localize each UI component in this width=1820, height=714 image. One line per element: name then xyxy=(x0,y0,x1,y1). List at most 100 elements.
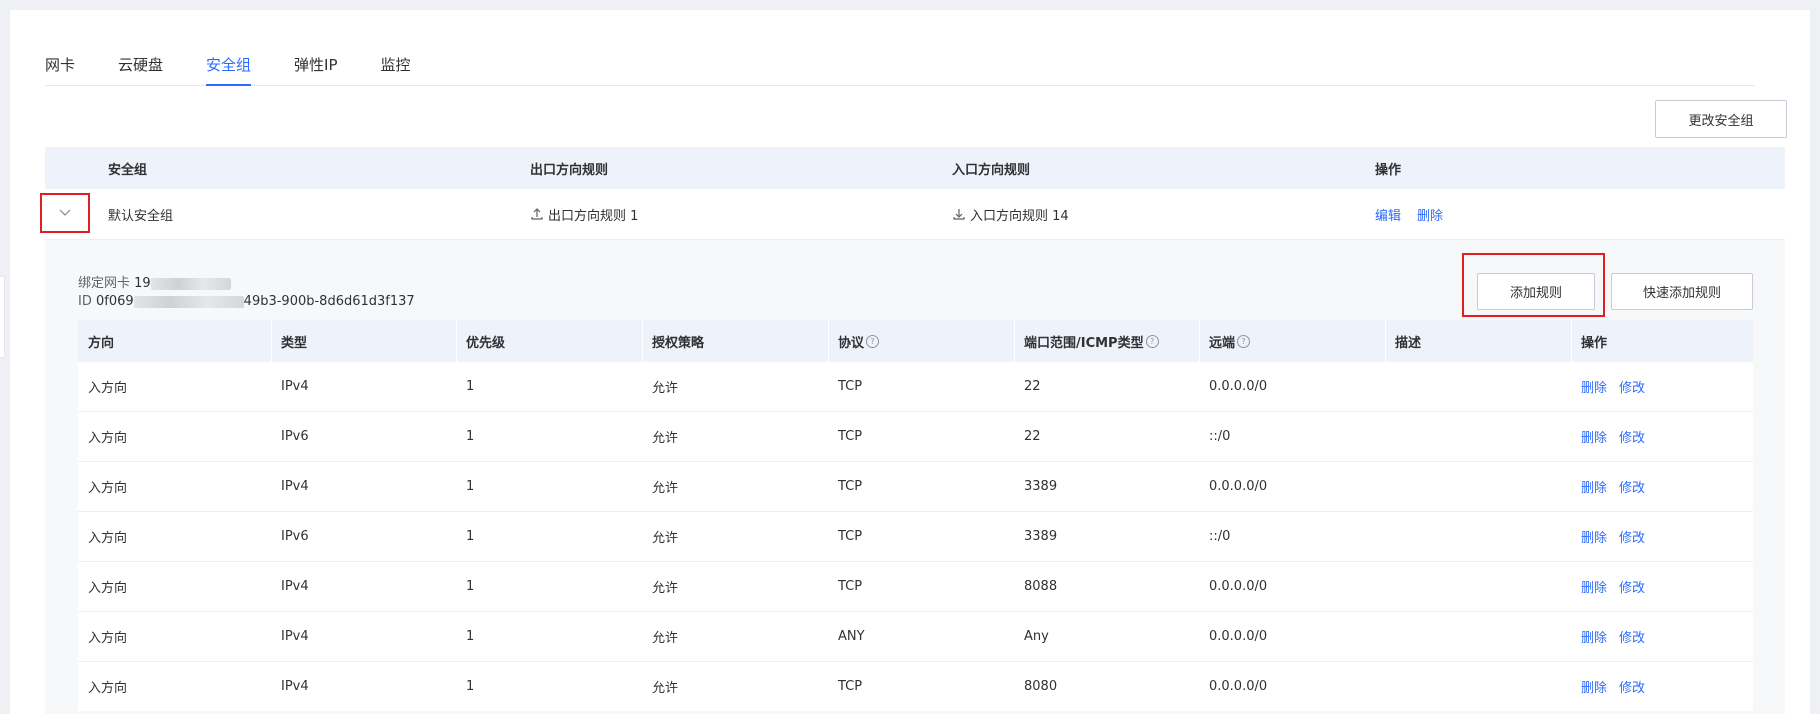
question-icon[interactable]: ? xyxy=(866,334,880,348)
table-row: 入方向 IPv4 1 允许 TCP 3389 0.0.0.0/0 删除 修改 xyxy=(78,462,1753,512)
col-actions: 操作 xyxy=(1581,335,1608,351)
cell-direction: 入方向 xyxy=(88,531,128,546)
cell-policy: 允许 xyxy=(652,381,679,396)
col-direction: 方向 xyxy=(88,335,115,351)
cell-protocol: TCP xyxy=(838,579,863,594)
security-group-row: 默认安全组 出口方向规则 1 入口方向规则 14 编辑 删除 xyxy=(45,189,1785,240)
cell-remote: ::/0 xyxy=(1209,529,1231,544)
col-policy: 授权策略 xyxy=(652,335,705,351)
cell-priority: 1 xyxy=(466,479,475,494)
rules-table-body: 入方向 IPv4 1 允许 TCP 22 0.0.0.0/0 删除 修改 入方向 IPv6 1 允许 TC… xyxy=(78,362,1753,711)
security-group-actions: 编辑 删除 xyxy=(1375,189,1443,239)
cell-actions: 删除 修改 xyxy=(1581,362,1645,411)
rule-modify-link[interactable]: 修改 xyxy=(1619,577,1645,596)
col-remote-label: 远端 xyxy=(1209,335,1236,351)
security-group-name: 默认安全组 xyxy=(108,208,174,224)
left-edge-tab xyxy=(0,276,5,358)
inbound-rules-label: 入口方向规则 14 xyxy=(970,208,1069,224)
expand-toggle[interactable] xyxy=(40,193,90,233)
cell-protocol: TCP xyxy=(838,379,863,394)
cell-protocol: ANY xyxy=(838,629,865,644)
cell-port-range: Any xyxy=(1024,629,1049,644)
table-row: 入方向 IPv6 1 允许 TCP 22::/0 删除 修改 xyxy=(78,412,1753,462)
inbound-rules-count[interactable]: 入口方向规则 14 xyxy=(952,189,1069,239)
rule-modify-link[interactable]: 修改 xyxy=(1619,377,1645,396)
cell-type: IPv6 xyxy=(281,529,309,544)
id-suffix: 49b3-900b-8d6d61d3f137 xyxy=(243,294,415,309)
cell-protocol: TCP xyxy=(838,679,863,694)
rule-delete-link[interactable]: 删除 xyxy=(1581,477,1607,496)
tab-elastic-ip[interactable]: 弹性IP xyxy=(294,55,337,85)
cell-direction: 入方向 xyxy=(88,431,128,446)
outbound-rules-count[interactable]: 出口方向规则 1 xyxy=(530,189,638,239)
rule-modify-link[interactable]: 修改 xyxy=(1619,677,1645,696)
cell-direction: 入方向 xyxy=(88,481,128,496)
security-group-table-header: 安全组 出口方向规则 入口方向规则 操作 xyxy=(45,147,1785,189)
bound-nic-info: 绑定网卡 19 xyxy=(78,272,231,291)
col-protocol: 协议? xyxy=(838,320,880,362)
cell-port-range: 22 xyxy=(1024,379,1041,394)
cell-actions: 删除 修改 xyxy=(1581,412,1645,461)
change-security-group-button[interactable]: 更改安全组 xyxy=(1655,100,1787,138)
rule-modify-link[interactable]: 修改 xyxy=(1619,477,1645,496)
cell-priority: 1 xyxy=(466,429,475,444)
rule-modify-link[interactable]: 修改 xyxy=(1619,627,1645,646)
rule-delete-link[interactable]: 删除 xyxy=(1581,627,1607,646)
rule-delete-link[interactable]: 删除 xyxy=(1581,677,1607,696)
header-outbound-rules: 出口方向规则 xyxy=(530,162,609,178)
cell-priority: 1 xyxy=(466,379,475,394)
rule-delete-link[interactable]: 删除 xyxy=(1581,377,1607,396)
cell-port-range: 22 xyxy=(1024,429,1041,444)
rules-table: 方向 类型 优先级 授权策略 协议? 端口范围/ICMP类型? 远端? 描述 操… xyxy=(78,320,1753,711)
tab-nic[interactable]: 网卡 xyxy=(45,55,75,85)
delete-link[interactable]: 删除 xyxy=(1417,205,1443,224)
col-port-range-label: 端口范围/ICMP类型 xyxy=(1024,335,1144,351)
rule-delete-link[interactable]: 删除 xyxy=(1581,527,1607,546)
tab-security-group[interactable]: 安全组 xyxy=(206,55,252,86)
rule-delete-link[interactable]: 删除 xyxy=(1581,427,1607,446)
cell-protocol: TCP xyxy=(838,479,863,494)
redacted-block xyxy=(150,277,231,290)
header-actions: 操作 xyxy=(1375,162,1402,178)
cell-remote: 0.0.0.0/0 xyxy=(1209,579,1268,594)
cell-policy: 允许 xyxy=(652,631,679,646)
highlight-box xyxy=(1462,253,1605,317)
rule-modify-link[interactable]: 修改 xyxy=(1619,527,1645,546)
rule-modify-link[interactable]: 修改 xyxy=(1619,427,1645,446)
id-prefix: 0f069 xyxy=(96,294,134,309)
question-icon[interactable]: ? xyxy=(1237,334,1251,348)
cell-actions: 删除 修改 xyxy=(1581,612,1645,661)
quick-add-rule-button[interactable]: 快速添加规则 xyxy=(1611,273,1753,310)
table-row: 入方向 IPv4 1 允许 ANY Any 0.0.0.0/0 删除 修改 xyxy=(78,612,1753,662)
tab-bar: 网卡 云硬盘 安全组 弹性IP 监控 xyxy=(45,55,1755,86)
col-remote: 远端? xyxy=(1209,320,1251,362)
download-icon xyxy=(953,209,965,220)
id-label: ID xyxy=(78,294,92,309)
tab-cloud-disk[interactable]: 云硬盘 xyxy=(118,55,163,85)
cell-direction: 入方向 xyxy=(88,631,128,646)
cell-actions: 删除 修改 xyxy=(1581,512,1645,561)
header-inbound-rules: 入口方向规则 xyxy=(952,162,1031,178)
cell-remote: 0.0.0.0/0 xyxy=(1209,629,1268,644)
edit-link[interactable]: 编辑 xyxy=(1375,205,1401,224)
cell-remote: 0.0.0.0/0 xyxy=(1209,379,1268,394)
col-port-range: 端口范围/ICMP类型? xyxy=(1024,320,1159,362)
col-protocol-label: 协议 xyxy=(838,335,865,351)
cell-policy: 允许 xyxy=(652,531,679,546)
question-icon[interactable]: ? xyxy=(1145,334,1159,348)
cell-type: IPv4 xyxy=(281,679,309,694)
table-row: 入方向 IPv4 1 允许 TCP 22 0.0.0.0/0 删除 修改 xyxy=(78,362,1753,412)
rule-delete-link[interactable]: 删除 xyxy=(1581,577,1607,596)
chevron-down-icon xyxy=(59,209,71,216)
tab-monitor[interactable]: 监控 xyxy=(381,55,411,85)
cell-type: IPv4 xyxy=(281,479,309,494)
cell-protocol: TCP xyxy=(838,429,863,444)
cell-priority: 1 xyxy=(466,529,475,544)
cell-policy: 允许 xyxy=(652,681,679,696)
col-priority: 优先级 xyxy=(466,335,506,351)
table-row: 入方向 IPv4 1 允许 TCP 8080 0.0.0.0/0 删除 修改 xyxy=(78,662,1753,711)
cell-type: IPv6 xyxy=(281,429,309,444)
cell-remote: 0.0.0.0/0 xyxy=(1209,679,1268,694)
cell-protocol: TCP xyxy=(838,529,863,544)
cell-direction: 入方向 xyxy=(88,381,128,396)
